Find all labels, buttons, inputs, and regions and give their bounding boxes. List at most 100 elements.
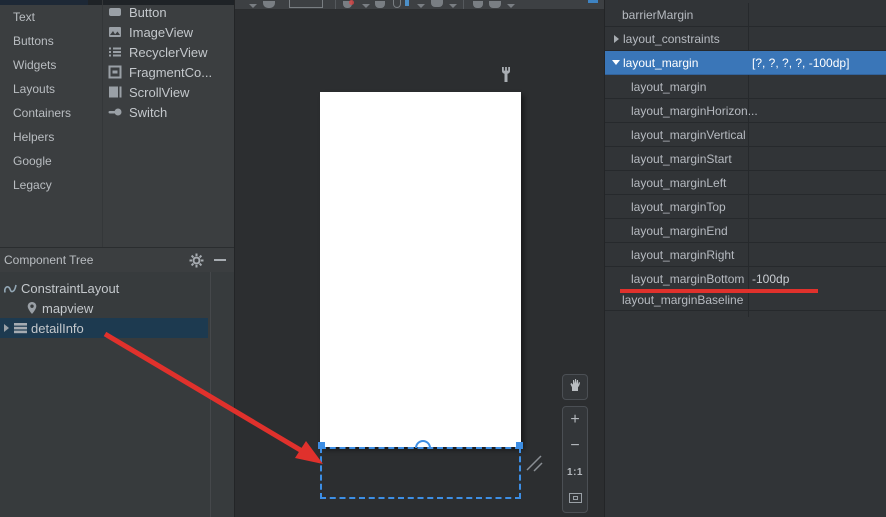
attribute-value[interactable]: -100dp: [752, 272, 789, 286]
component-tree-title: Component Tree: [4, 253, 93, 267]
attribute-name: layout_marginHorizon...: [631, 104, 758, 118]
attribute-row-barriermargin[interactable]: barrierMargin: [605, 3, 886, 27]
palette-item-label: ScrollView: [129, 85, 189, 100]
attribute-row-margin-right[interactable]: layout_marginRight: [605, 243, 886, 267]
toolbar-icon[interactable]: [489, 1, 501, 8]
attribute-name: layout_marginLeft: [631, 176, 726, 190]
attributes-list: barrierMargin layout_constraints layout_…: [605, 3, 886, 311]
palette-category-google[interactable]: Google: [0, 149, 102, 173]
zoom-to-fit-button[interactable]: [562, 485, 588, 511]
palette-item-imageview[interactable]: ImageView: [103, 22, 234, 42]
attribute-name: layout_marginStart: [631, 152, 732, 166]
magnifier-icon[interactable]: [393, 0, 401, 8]
tree-item-label: mapview: [42, 301, 93, 316]
wrench-icon[interactable]: [500, 66, 512, 89]
attribute-name: layout_marginRight: [631, 248, 734, 262]
pan-button[interactable]: [562, 374, 588, 400]
attributes-panel: barrierMargin layout_constraints layout_…: [605, 0, 886, 517]
tree-item-constraintlayout[interactable]: ConstraintLayout: [0, 278, 119, 298]
palette-item-switch[interactable]: Switch: [103, 102, 234, 122]
selection-handle-top-left[interactable]: [318, 442, 325, 449]
attributes-panel-icon[interactable]: [588, 0, 598, 3]
location-pin-icon: [25, 301, 39, 315]
selected-view-bounds[interactable]: [320, 447, 521, 499]
attribute-name: layout_marginBottom: [631, 272, 744, 286]
palette-item-label: ImageView: [129, 25, 193, 40]
attribute-row-layout-margin[interactable]: layout_margin [?, ?, ?, ?, -100dp]: [605, 51, 886, 75]
dropdown-caret-icon[interactable]: [362, 4, 370, 8]
button-icon: [108, 5, 122, 19]
attribute-name: layout_margin: [631, 80, 706, 94]
toolbar-icon[interactable]: [473, 1, 483, 8]
android-studio-layout-editor: Text Buttons Widgets Layouts Containers …: [0, 0, 886, 517]
palette-item-button[interactable]: Button: [103, 2, 234, 22]
locale-icon[interactable]: [405, 0, 409, 6]
minimize-icon[interactable]: [211, 251, 229, 269]
red-underline-annotation: [620, 289, 818, 293]
device-selector-icon[interactable]: [289, 0, 323, 8]
palette-category-helpers[interactable]: Helpers: [0, 125, 102, 149]
attribute-name: layout_marginVertical: [631, 128, 746, 142]
attribute-row-margin-left[interactable]: layout_marginLeft: [605, 171, 886, 195]
dropdown-caret-icon[interactable]: [417, 4, 425, 8]
attribute-row-margin-vertical[interactable]: layout_marginVertical: [605, 123, 886, 147]
palette-panel: Text Buttons Widgets Layouts Containers …: [0, 0, 235, 517]
attribute-row-layout-constraints[interactable]: layout_constraints: [605, 27, 886, 51]
palette-category-list: Text Buttons Widgets Layouts Containers …: [0, 5, 102, 197]
palette-category-text[interactable]: Text: [0, 5, 102, 29]
attribute-row-margin-baseline[interactable]: layout_marginBaseline: [605, 290, 886, 311]
design-surface-screen[interactable]: [320, 92, 521, 447]
attribute-row-margin-start[interactable]: layout_marginStart: [605, 147, 886, 171]
palette-component-list: Button ImageView: [103, 2, 234, 122]
tree-item-detailinfo[interactable]: detailInfo: [0, 318, 208, 338]
attribute-row-margin-bottom[interactable]: layout_marginBottom -100dp: [605, 267, 886, 290]
fragment-container-icon: [108, 65, 122, 79]
attribute-row-margin-horizontal[interactable]: layout_marginHorizon...: [605, 99, 886, 123]
palette-item-label: RecyclerView: [129, 45, 208, 60]
resize-grip-icon: [527, 456, 542, 471]
palette-item-scrollview[interactable]: ScrollView: [103, 82, 234, 102]
tree-scrollbar-track[interactable]: [210, 272, 211, 517]
zoom-in-button[interactable]: +: [562, 407, 588, 433]
attribute-row-margin-top[interactable]: layout_marginTop: [605, 195, 886, 219]
design-toolbar-clipped: [235, 0, 605, 10]
chevron-right-icon[interactable]: [4, 324, 9, 332]
constraint-layout-icon: [2, 282, 19, 295]
attribute-name: barrierMargin: [622, 8, 693, 22]
attribute-name: layout_margin: [623, 56, 698, 70]
system-ui-icon[interactable]: [431, 0, 443, 7]
component-tree-header: Component Tree: [0, 248, 235, 272]
chevron-down-icon[interactable]: [610, 60, 622, 65]
dropdown-caret-icon[interactable]: [449, 4, 457, 8]
dropdown-caret-icon[interactable]: [507, 4, 515, 8]
palette-category-widgets[interactable]: Widgets: [0, 53, 102, 77]
palette-item-recyclerview[interactable]: RecyclerView: [103, 42, 234, 62]
list-rows-icon: [13, 322, 27, 334]
palette-category-containers[interactable]: Containers: [0, 101, 102, 125]
zoom-out-button[interactable]: −: [562, 433, 588, 459]
palette-category-legacy[interactable]: Legacy: [0, 173, 102, 197]
palette-item-label: FragmentCo...: [129, 65, 212, 80]
toolbar-separator: [463, 0, 464, 9]
attribute-name: layout_marginBaseline: [622, 293, 743, 307]
attribute-name: layout_marginEnd: [631, 224, 728, 238]
api-level-icon[interactable]: [375, 1, 385, 8]
attribute-value[interactable]: [?, ?, ?, ?, -100dp]: [752, 56, 849, 70]
fit-screen-icon: [569, 493, 582, 503]
palette-item-label: Button: [129, 5, 167, 20]
attribute-row-margin-end[interactable]: layout_marginEnd: [605, 219, 886, 243]
palette-category-buttons[interactable]: Buttons: [0, 29, 102, 53]
zoom-reset-button[interactable]: 1:1: [562, 459, 588, 485]
dropdown-caret-icon[interactable]: [249, 4, 257, 8]
selection-handle-top-right[interactable]: [516, 442, 523, 449]
palette-item-fragmentcontainer[interactable]: FragmentCo...: [103, 62, 234, 82]
orientation-icon[interactable]: [263, 1, 275, 8]
tree-item-label: detailInfo: [31, 321, 84, 336]
attribute-row-layout-margin-all[interactable]: layout_margin: [605, 75, 886, 99]
palette-category-layouts[interactable]: Layouts: [0, 77, 102, 101]
error-badge-icon: [349, 0, 354, 5]
tree-item-mapview[interactable]: mapview: [0, 298, 93, 318]
chevron-right-icon[interactable]: [610, 35, 622, 43]
attribute-name: layout_marginTop: [631, 200, 726, 214]
gear-icon[interactable]: [187, 251, 205, 269]
